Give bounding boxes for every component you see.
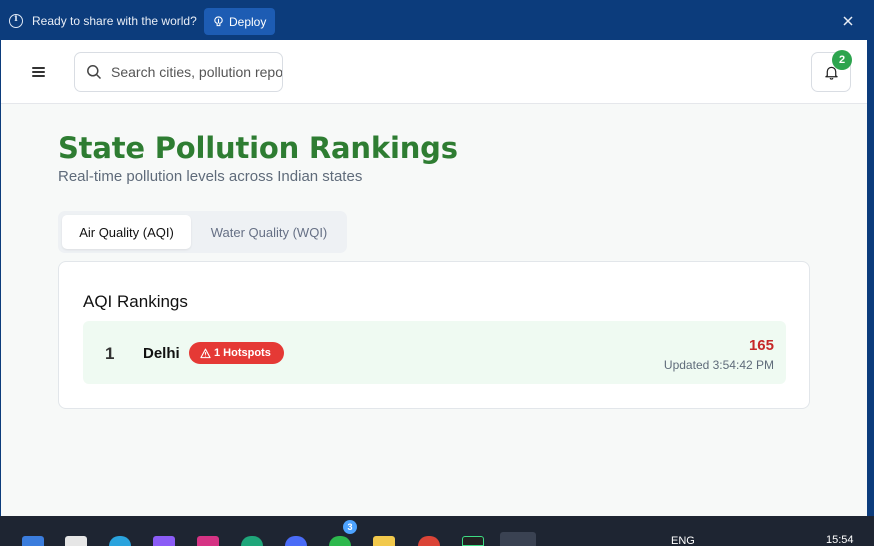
telegram-taskbar-icon[interactable]	[109, 536, 131, 546]
window-edge	[867, 40, 874, 516]
warning-icon	[200, 348, 211, 358]
info-icon	[9, 14, 23, 28]
banner-message: Ready to share with the world?	[32, 14, 197, 28]
language-indicator[interactable]: ENG	[671, 535, 695, 546]
deploy-icon	[214, 16, 223, 27]
app-taskbar-icon[interactable]	[153, 536, 175, 546]
hotspot-badge[interactable]: 1 Hotspots	[189, 342, 284, 364]
page-subtitle: Real-time pollution levels across Indian…	[58, 168, 363, 185]
quality-tabs: Air Quality (AQI) Water Quality (WQI)	[58, 211, 347, 253]
os-taskbar: 3 ENG 15:54	[0, 516, 874, 546]
active-app-taskbar-icon[interactable]	[500, 532, 536, 546]
menu-icon[interactable]	[32, 67, 45, 77]
files-taskbar-icon[interactable]	[65, 536, 87, 546]
deploy-button[interactable]: Deploy	[204, 8, 275, 35]
rankings-card: AQI Rankings 1 Delhi 1 Hotspots 165 Upda…	[58, 261, 810, 409]
rankings-title: AQI Rankings	[83, 292, 188, 311]
ranking-row[interactable]: 1 Delhi 1 Hotspots 165 Updated 3:54:42 P…	[83, 321, 786, 384]
search-input[interactable]	[111, 53, 282, 91]
tab-air-quality[interactable]: Air Quality (AQI)	[62, 215, 191, 249]
search-taskbar-icon[interactable]	[22, 536, 44, 546]
browser-taskbar-icon[interactable]	[285, 536, 307, 546]
chrome-taskbar-icon[interactable]	[418, 536, 440, 546]
close-icon[interactable]	[841, 14, 855, 28]
hotspot-label: 1 Hotspots	[214, 347, 271, 359]
aqi-value: 165	[748, 337, 774, 354]
clock[interactable]: 15:54	[826, 534, 854, 546]
search-icon	[87, 65, 102, 80]
instagram-taskbar-icon[interactable]	[197, 536, 219, 546]
deploy-label: Deploy	[229, 14, 267, 29]
app-header	[1, 40, 867, 104]
page-title: State Pollution Rankings	[58, 131, 458, 165]
main-content: State Pollution Rankings Real-time pollu…	[1, 105, 867, 516]
taskbar-badge: 3	[343, 520, 357, 534]
state-name: Delhi	[143, 345, 180, 362]
rank-number: 1	[105, 344, 115, 363]
whatsapp-taskbar-icon[interactable]	[329, 536, 351, 546]
search-box[interactable]	[74, 52, 283, 92]
terminal-taskbar-icon[interactable]	[462, 536, 484, 546]
deploy-banner: Ready to share with the world? Deploy	[0, 0, 874, 40]
notification-badge: 2	[832, 50, 852, 70]
tab-water-quality[interactable]: Water Quality (WQI)	[195, 215, 343, 249]
folder-taskbar-icon[interactable]	[373, 536, 395, 546]
edge-taskbar-icon[interactable]	[241, 536, 263, 546]
updated-time: Updated 3:54:42 PM	[663, 358, 774, 372]
